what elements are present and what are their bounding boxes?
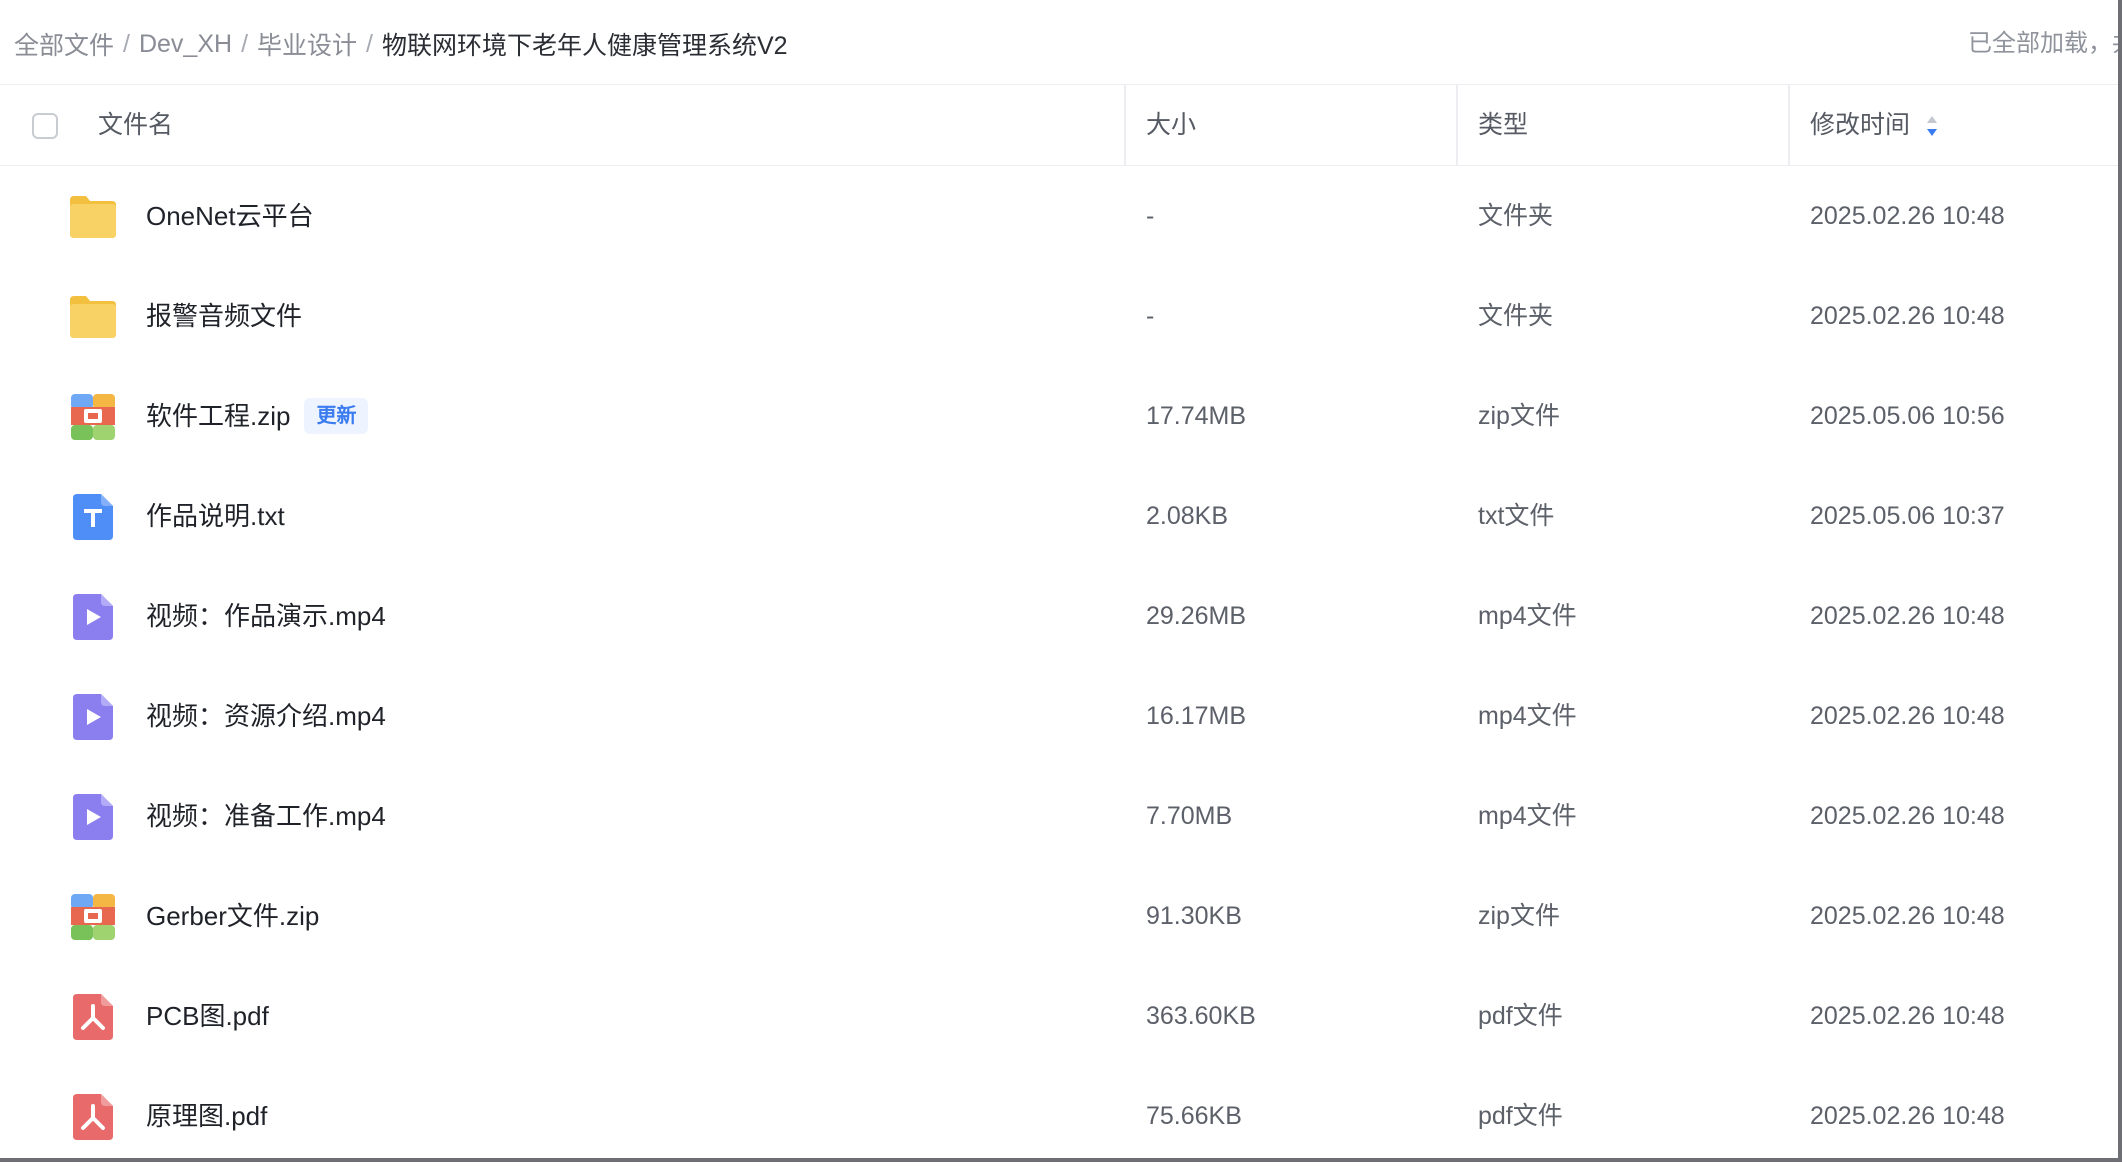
file-type: zip文件 xyxy=(1478,902,1560,930)
file-list: OneNet云平台 - 文件夹 2025.02.26 10:48 报警音频文件 - 文件夹 2… xyxy=(0,166,2118,1166)
column-divider[interactable] xyxy=(1788,85,1790,165)
file-name[interactable]: 原理图.pdf xyxy=(146,1094,267,1138)
file-type: zip文件 xyxy=(1478,402,1560,430)
breadcrumb-separator: / xyxy=(366,29,373,58)
folder-icon xyxy=(68,192,118,242)
file-row[interactable]: 视频：准备工作.mp4 7.70MB mp4文件 2025.02.26 10:48 xyxy=(0,766,2118,866)
file-name-cell[interactable]: 视频：准备工作.mp4 xyxy=(146,794,386,838)
file-row[interactable]: 视频：作品演示.mp4 29.26MB mp4文件 2025.02.26 10:48 xyxy=(0,566,2118,666)
file-type: mp4文件 xyxy=(1478,802,1577,830)
file-name-cell[interactable]: 原理图.pdf xyxy=(146,1094,267,1138)
file-name-cell[interactable]: 视频：作品演示.mp4 xyxy=(146,594,386,638)
breadcrumb-link[interactable]: 毕业设计 xyxy=(257,26,357,62)
file-name[interactable]: 报警音频文件 xyxy=(146,294,302,338)
file-type: txt文件 xyxy=(1478,502,1555,530)
zip-icon xyxy=(68,392,118,442)
select-all-checkbox[interactable] xyxy=(32,113,58,139)
header-type[interactable]: 类型 xyxy=(1478,85,1528,165)
txt-icon xyxy=(68,492,118,542)
file-row[interactable]: OneNet云平台 - 文件夹 2025.02.26 10:48 xyxy=(0,166,2118,266)
file-name[interactable]: 视频：准备工作.mp4 xyxy=(146,794,386,838)
breadcrumb-separator: / xyxy=(241,29,249,58)
file-row[interactable]: 软件工程.zip 更新 17.74MB zip文件 2025.05.06 10:56 xyxy=(0,366,2118,466)
file-name[interactable]: Gerber文件.zip xyxy=(146,894,319,938)
file-type: 文件夹 xyxy=(1478,302,1554,330)
file-name[interactable]: OneNet云平台 xyxy=(146,194,314,238)
file-size: - xyxy=(1146,302,1155,330)
breadcrumb-link[interactable]: Dev_XH xyxy=(139,30,232,59)
pdf-icon xyxy=(68,1092,118,1142)
table-header: 文件名 大小 类型 修改时间 xyxy=(0,84,2118,166)
file-row[interactable]: 作品说明.txt 2.08KB txt文件 2025.05.06 10:37 xyxy=(0,466,2118,566)
file-size: 363.60KB xyxy=(1146,1002,1256,1030)
column-divider[interactable] xyxy=(1456,85,1458,165)
file-modified-date: 2025.02.26 10:48 xyxy=(1810,902,2005,930)
file-row[interactable]: 报警音频文件 - 文件夹 2025.02.26 10:48 xyxy=(0,266,2118,366)
file-size: 75.66KB xyxy=(1146,1102,1242,1130)
file-name[interactable]: 视频：作品演示.mp4 xyxy=(146,594,386,638)
breadcrumb-link[interactable]: 全部文件 xyxy=(14,26,114,62)
breadcrumb-separator: / xyxy=(123,29,130,58)
file-size: 17.74MB xyxy=(1146,402,1247,430)
file-name-cell[interactable]: 报警音频文件 xyxy=(146,294,302,338)
header-name[interactable]: 文件名 xyxy=(98,85,173,165)
file-row[interactable]: 视频：资源介绍.mp4 16.17MB mp4文件 2025.02.26 10:48 xyxy=(0,666,2118,766)
file-size: 7.70MB xyxy=(1146,802,1233,830)
file-modified-date: 2025.02.26 10:48 xyxy=(1810,702,2005,730)
file-modified-date: 2025.02.26 10:48 xyxy=(1810,202,2005,230)
file-row[interactable]: Gerber文件.zip 91.30KB zip文件 2025.02.26 10:48 xyxy=(0,866,2118,966)
file-name[interactable]: 视频：资源介绍.mp4 xyxy=(146,694,386,738)
file-row[interactable]: 原理图.pdf 75.66KB pdf文件 2025.02.26 10:48 xyxy=(0,1066,2118,1166)
file-type: pdf文件 xyxy=(1478,1002,1563,1030)
file-size: 91.30KB xyxy=(1146,902,1242,930)
file-modified-date: 2025.02.26 10:48 xyxy=(1810,302,2005,330)
breadcrumb: 全部文件 / Dev_XH / 毕业设计 / 物联网环境下老年人健康管理系统V2 xyxy=(14,26,788,62)
file-modified-date: 2025.02.26 10:48 xyxy=(1810,1102,2005,1130)
window-border xyxy=(0,1158,2122,1162)
file-modified-date: 2025.02.26 10:48 xyxy=(1810,802,2005,830)
file-name-cell[interactable]: 视频：资源介绍.mp4 xyxy=(146,694,386,738)
sort-desc-icon[interactable] xyxy=(1924,113,1940,139)
folder-icon xyxy=(68,292,118,342)
breadcrumb-current: 物联网环境下老年人健康管理系统V2 xyxy=(381,32,788,60)
file-type: mp4文件 xyxy=(1478,702,1577,730)
file-type: 文件夹 xyxy=(1478,202,1554,230)
file-size: 16.17MB xyxy=(1146,702,1247,730)
video-icon xyxy=(68,692,118,742)
zip-icon xyxy=(68,892,118,942)
file-size: 2.08KB xyxy=(1146,502,1229,530)
file-type: pdf文件 xyxy=(1478,1102,1563,1130)
column-divider[interactable] xyxy=(1124,85,1126,165)
file-size: 29.26MB xyxy=(1146,602,1247,630)
file-name-cell[interactable]: OneNet云平台 xyxy=(146,194,314,238)
file-name[interactable]: 作品说明.txt xyxy=(146,494,285,538)
file-modified-date: 2025.05.06 10:37 xyxy=(1810,502,2005,530)
file-row[interactable]: PCB图.pdf 363.60KB pdf文件 2025.02.26 10:48 xyxy=(0,966,2118,1066)
file-name-cell[interactable]: 软件工程.zip 更新 xyxy=(146,394,369,438)
pdf-icon xyxy=(68,992,118,1042)
file-size: - xyxy=(1146,202,1155,230)
load-status-text: 已全部加载，共 xyxy=(1968,30,2122,57)
file-modified-date: 2025.02.26 10:48 xyxy=(1810,1002,2005,1030)
file-name-cell[interactable]: PCB图.pdf xyxy=(146,994,269,1038)
header-modified[interactable]: 修改时间 xyxy=(1810,85,1910,165)
file-modified-date: 2025.02.26 10:48 xyxy=(1810,602,2005,630)
video-icon xyxy=(68,792,118,842)
window-border xyxy=(2118,0,2122,1162)
update-tag: 更新 xyxy=(304,398,369,434)
file-modified-date: 2025.05.06 10:56 xyxy=(1810,402,2005,430)
file-name[interactable]: 软件工程.zip xyxy=(146,394,290,438)
file-name-cell[interactable]: Gerber文件.zip xyxy=(146,894,319,938)
video-icon xyxy=(68,592,118,642)
file-type: mp4文件 xyxy=(1478,602,1577,630)
file-name-cell[interactable]: 作品说明.txt xyxy=(146,494,285,538)
file-name[interactable]: PCB图.pdf xyxy=(146,994,269,1038)
header-size[interactable]: 大小 xyxy=(1146,85,1196,165)
